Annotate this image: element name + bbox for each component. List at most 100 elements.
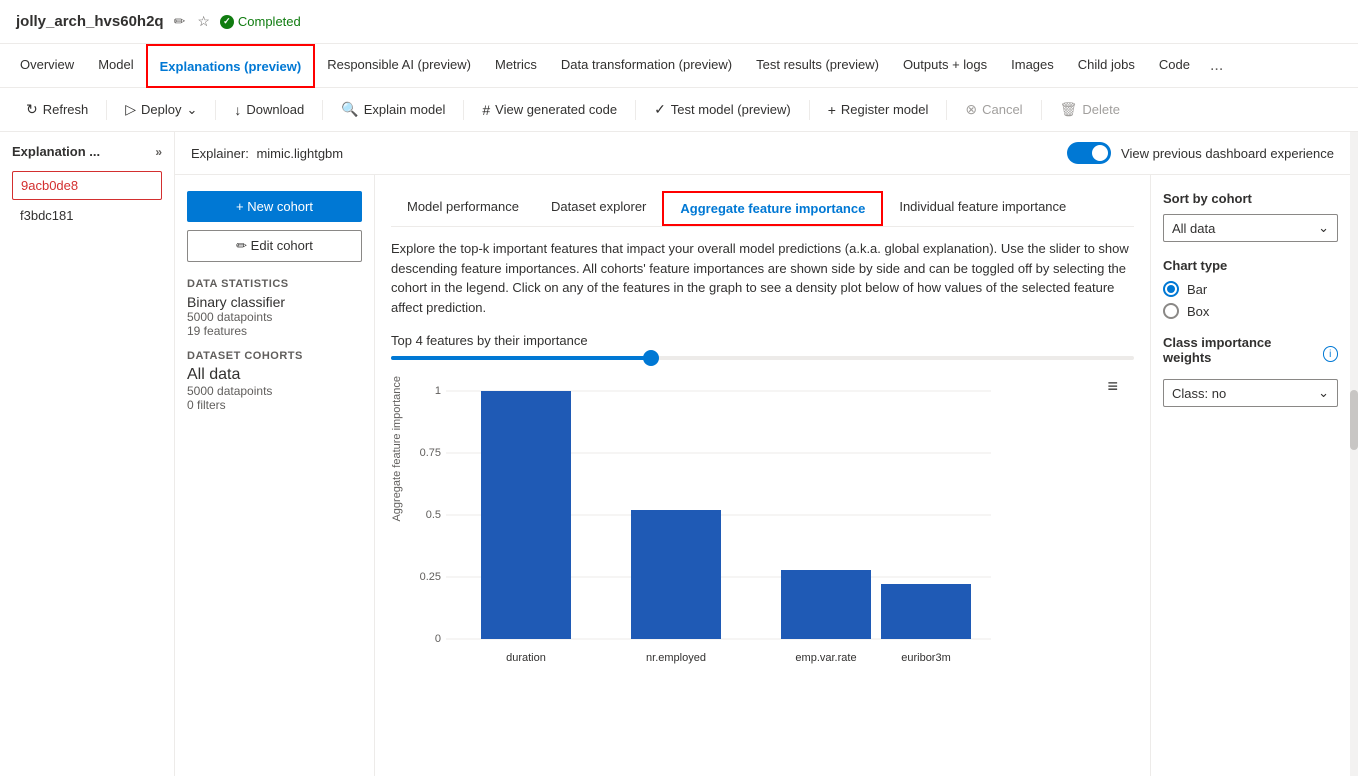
tab-test-results[interactable]: Test results (preview) (744, 44, 891, 88)
bar-euribor3m[interactable] (881, 584, 971, 639)
bar-duration[interactable] (481, 391, 571, 639)
scrollbar-thumb[interactable] (1350, 390, 1358, 450)
tab-child-jobs[interactable]: Child jobs (1066, 44, 1147, 88)
test-icon: ✓ (654, 101, 666, 118)
sort-by-cohort-label: Sort by cohort (1163, 191, 1338, 206)
nav-tabs: Overview Model Explanations (preview) Re… (0, 44, 1358, 88)
download-button[interactable]: ↓ Download (224, 97, 314, 123)
tab-data-transformation[interactable]: Data transformation (preview) (549, 44, 744, 88)
dropdown-chevron-icon: ⌄ (1318, 220, 1329, 236)
chart-type-radio-group: Bar Box (1163, 281, 1338, 319)
scrollbar[interactable] (1350, 132, 1358, 776)
refresh-icon: ↻ (26, 101, 38, 118)
right-panel: Sort by cohort All data ⌄ Chart type Bar… (1150, 175, 1350, 776)
app-header: jolly_arch_hvs60h2q ✏ ☆ Completed (0, 0, 1358, 44)
delete-button[interactable]: 🗑 Delete (1050, 96, 1130, 123)
svg-text:0.75: 0.75 (420, 447, 441, 459)
edit-cohort-button[interactable]: ✏ Edit cohort (187, 230, 362, 262)
download-icon: ↓ (234, 102, 241, 118)
view-code-button[interactable]: # View generated code (472, 97, 627, 123)
content-area: Explainer: mimic.lightgbm View previous … (175, 132, 1350, 776)
radio-bar[interactable]: Bar (1163, 281, 1338, 297)
delete-icon: 🗑 (1060, 101, 1078, 118)
tab-overview[interactable]: Overview (8, 44, 86, 88)
deploy-chevron-icon: ⌄ (187, 102, 198, 118)
cohort-item-f3bdc181[interactable]: f3bdc181 (12, 202, 162, 229)
favorite-icon[interactable]: ☆ (197, 13, 210, 30)
tab-dataset-explorer[interactable]: Dataset explorer (535, 191, 662, 226)
radio-box[interactable]: Box (1163, 303, 1338, 319)
chart-panel: Model performance Dataset explorer Aggre… (375, 175, 1150, 776)
sidebar-title: Explanation ... » (12, 144, 162, 159)
edit-title-icon[interactable]: ✏ (174, 13, 186, 30)
toolbar: ↻ Refresh ▷ Deploy ⌄ ↓ Download 🔍 Explai… (0, 88, 1358, 132)
y-axis-label: Aggregate feature importance (391, 376, 403, 522)
svg-text:0: 0 (435, 633, 441, 645)
toolbar-sep-5 (635, 100, 636, 120)
register-icon: + (828, 102, 836, 118)
more-tabs-button[interactable]: ... (1202, 57, 1231, 75)
class-importance-dropdown[interactable]: Class: no ⌄ (1163, 379, 1338, 407)
tab-responsible-ai[interactable]: Responsible AI (preview) (315, 44, 483, 88)
explanation-sidebar: Explanation ... » 9acb0de8 f3bdc181 (0, 132, 175, 776)
cohort-item-9acb0de8[interactable]: 9acb0de8 (12, 171, 162, 200)
bar-emp-var-rate[interactable] (781, 570, 871, 639)
tab-metrics[interactable]: Metrics (483, 44, 549, 88)
explainer-info: Explainer: mimic.lightgbm (191, 146, 343, 161)
toolbar-sep-7 (946, 100, 947, 120)
svg-text:euribor3m: euribor3m (901, 652, 951, 664)
new-cohort-button[interactable]: + New cohort (187, 191, 362, 222)
app-title: jolly_arch_hvs60h2q (16, 13, 164, 30)
chart-area: 1 0.75 0.5 0.25 0 (411, 376, 1134, 699)
toolbar-sep-8 (1041, 100, 1042, 120)
chart-menu-icon[interactable]: ≡ (1107, 376, 1118, 397)
tab-individual-feature-importance[interactable]: Individual feature importance (883, 191, 1082, 226)
toolbar-sep-4 (463, 100, 464, 120)
tab-images[interactable]: Images (999, 44, 1066, 88)
tab-explanations[interactable]: Explanations (preview) (146, 44, 316, 88)
toggle-area: View previous dashboard experience (1067, 142, 1334, 164)
dataset-cohorts-section: DATASET COHORTS All data 5000 datapoints… (187, 350, 362, 412)
tab-model-performance[interactable]: Model performance (391, 191, 535, 226)
slider-container[interactable] (391, 356, 1134, 360)
chart-svg: 1 0.75 0.5 0.25 0 (411, 376, 1031, 696)
middle-panel: + New cohort ✏ Edit cohort DATA STATISTI… (175, 175, 1350, 776)
bar-nr-employed[interactable] (631, 510, 721, 639)
explain-model-button[interactable]: 🔍 Explain model (331, 96, 455, 123)
expand-sidebar-icon[interactable]: » (155, 145, 162, 159)
status-label: Completed (238, 14, 301, 29)
tab-code[interactable]: Code (1147, 44, 1202, 88)
svg-text:duration: duration (506, 652, 546, 664)
toolbar-sep-3 (322, 100, 323, 120)
refresh-button[interactable]: ↻ Refresh (16, 96, 98, 123)
class-importance-chevron-icon: ⌄ (1318, 385, 1329, 401)
cancel-button[interactable]: ⊗ Cancel (955, 96, 1032, 123)
feature-tabs: Model performance Dataset explorer Aggre… (391, 191, 1134, 227)
slider-thumb[interactable] (643, 350, 659, 366)
svg-text:nr.employed: nr.employed (646, 652, 706, 664)
explainer-bar: Explainer: mimic.lightgbm View previous … (175, 132, 1350, 175)
deploy-button[interactable]: ▷ Deploy ⌄ (115, 96, 207, 123)
test-model-button[interactable]: ✓ Test model (preview) (644, 96, 801, 123)
sort-by-cohort-dropdown[interactable]: All data ⌄ (1163, 214, 1338, 242)
tab-model[interactable]: Model (86, 44, 145, 88)
data-statistics-section: DATA STATISTICS Binary classifier 5000 d… (187, 278, 362, 338)
radio-box-circle[interactable] (1163, 303, 1179, 319)
register-model-button[interactable]: + Register model (818, 97, 939, 123)
tab-outputs-logs[interactable]: Outputs + logs (891, 44, 999, 88)
toolbar-sep-6 (809, 100, 810, 120)
class-importance-label-row: Class importance weights i (1163, 335, 1338, 373)
class-importance-info-icon[interactable]: i (1323, 346, 1338, 362)
svg-text:emp.var.rate: emp.var.rate (795, 652, 856, 664)
left-controls: + New cohort ✏ Edit cohort DATA STATISTI… (175, 175, 375, 776)
explain-icon: 🔍 (341, 101, 358, 118)
slider-fill (391, 356, 651, 360)
cancel-icon: ⊗ (965, 101, 977, 118)
dashboard-toggle[interactable] (1067, 142, 1111, 164)
tab-aggregate-feature-importance[interactable]: Aggregate feature importance (662, 191, 883, 226)
deploy-icon: ▷ (125, 101, 136, 118)
slider-section: Top 4 features by their importance (391, 333, 1134, 360)
slider-track[interactable] (391, 356, 1134, 360)
radio-bar-circle[interactable] (1163, 281, 1179, 297)
toolbar-sep-2 (215, 100, 216, 120)
